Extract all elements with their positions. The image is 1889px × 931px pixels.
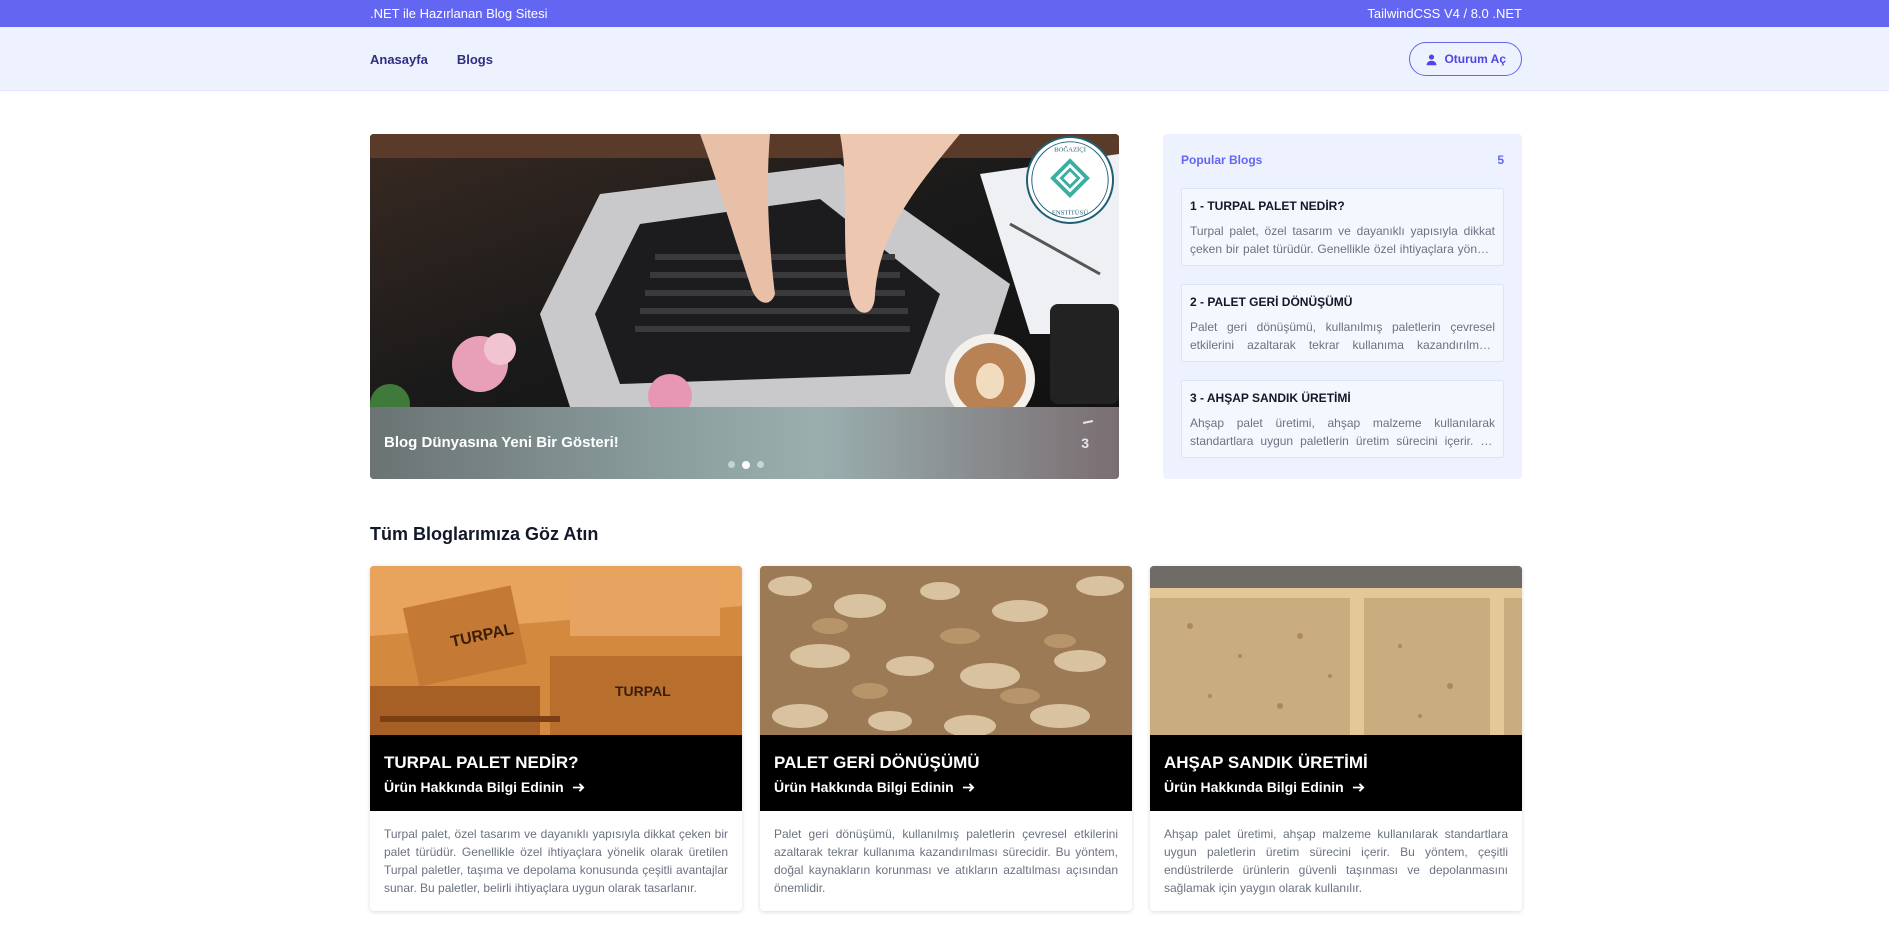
login-button[interactable]: Oturum Aç [1409, 42, 1522, 76]
nav-link-blogs[interactable]: Blogs [457, 52, 493, 67]
user-icon [1427, 53, 1437, 65]
login-label: Oturum Aç [1444, 52, 1506, 66]
popular-blog-title: 3 - AHŞAP SANDIK ÜRETİMİ [1190, 391, 1351, 405]
card-link-label: Ürün Hakkında Bilgi Edinin [1164, 779, 1344, 795]
blog-card[interactable]: AHŞAP SANDIK ÜRETİMİ Ürün Hakkında Bilgi… [1150, 566, 1522, 911]
popular-blog-item[interactable]: 3 - AHŞAP SANDIK ÜRETİMİ Ahşap palet üre… [1181, 380, 1504, 458]
popular-blog-title: 1 - TURPAL PALET NEDİR? [1190, 199, 1345, 213]
svg-text:TURPAL: TURPAL [615, 683, 671, 699]
arrow-right-icon [572, 782, 585, 792]
card-image-wooden-crate [1150, 566, 1522, 735]
tech-stack-label: TailwindCSS V4 / 8.0 .NET [1367, 6, 1522, 21]
site-tagline: .NET ile Hazırlanan Blog Sitesi [370, 6, 548, 21]
popular-blogs-count: 5 [1497, 153, 1504, 167]
blog-card[interactable]: TURPAL TURPAL TURPAL PALET NEDİR? Ürün H… [370, 566, 742, 911]
navbar: Anasayfa Blogs Oturum Aç [0, 27, 1889, 91]
institute-logo: BOĞAZİÇİ ENSTİTÜSÜ [1026, 136, 1114, 224]
slider-dot-1[interactable] [728, 461, 735, 468]
popular-blog-desc: Turpal palet, özel tasarım ve dayanıklı … [1190, 224, 1495, 256]
card-link[interactable]: Ürün Hakkında Bilgi Edinin [774, 779, 975, 795]
card-title-band: AHŞAP SANDIK ÜRETİMİ Ürün Hakkında Bilgi… [1150, 735, 1522, 811]
card-link-label: Ürün Hakkında Bilgi Edinin [774, 779, 954, 795]
slide-image-laptop [370, 134, 1119, 407]
slide-caption: Blog Dünyasına Yeni Bir Gösteri! 3 [370, 407, 1119, 479]
section-title: Tüm Bloglarımıza Göz Atın [370, 524, 599, 544]
slider-dots [728, 460, 764, 469]
popular-blogs-title: Popular Blogs [1181, 153, 1263, 167]
card-title-band: PALET GERİ DÖNÜŞÜMÜ Ürün Hakkında Bilgi … [760, 735, 1132, 811]
popular-blog-desc: Ahşap palet üretimi, ahşap malzeme kulla… [1190, 416, 1495, 448]
top-bar: .NET ile Hazırlanan Blog Sitesi Tailwind… [0, 0, 1889, 27]
nav-links: Anasayfa Blogs [370, 52, 493, 67]
svg-text:ENSTİTÜSÜ: ENSTİTÜSÜ [1052, 209, 1089, 216]
card-title: AHŞAP SANDIK ÜRETİMİ [1164, 753, 1368, 772]
hero-row: BOĞAZİÇİ ENSTİTÜSÜ Blog Dünyasına Yeni B… [370, 134, 1522, 479]
card-description: Ahşap palet üretimi, ahşap malzeme kulla… [1164, 827, 1508, 895]
card-image-pallets: TURPAL TURPAL [370, 566, 742, 735]
popular-blog-desc: Palet geri dönüşümü, kullanılmış paletle… [1190, 320, 1495, 352]
card-link[interactable]: Ürün Hakkında Bilgi Edinin [384, 779, 585, 795]
card-title-band: TURPAL PALET NEDİR? Ürün Hakkında Bilgi … [370, 735, 742, 811]
popular-blog-title: 2 - PALET GERİ DÖNÜŞÜMÜ [1190, 295, 1353, 309]
blog-card[interactable]: PALET GERİ DÖNÜŞÜMÜ Ürün Hakkında Bilgi … [760, 566, 1132, 911]
card-description: Palet geri dönüşümü, kullanılmış paletle… [774, 827, 1118, 895]
slider-dot-2[interactable] [742, 460, 750, 469]
hero-slider[interactable]: BOĞAZİÇİ ENSTİTÜSÜ Blog Dünyasına Yeni B… [370, 134, 1119, 479]
slide-counter: 3 [1081, 435, 1089, 451]
arrow-right-icon [1352, 782, 1365, 792]
nav-link-home[interactable]: Anasayfa [370, 52, 428, 67]
card-link-label: Ürün Hakkında Bilgi Edinin [384, 779, 564, 795]
slide-counter-dash [1082, 419, 1094, 425]
card-title: PALET GERİ DÖNÜŞÜMÜ [774, 753, 980, 772]
card-image-wood-chips [760, 566, 1132, 735]
slide-caption-title: Blog Dünyasına Yeni Bir Gösteri! [384, 434, 619, 451]
popular-blog-item[interactable]: 2 - PALET GERİ DÖNÜŞÜMÜ Palet geri dönüş… [1181, 284, 1504, 362]
slider-dot-3[interactable] [757, 461, 764, 468]
arrow-right-icon [962, 782, 975, 792]
card-title: TURPAL PALET NEDİR? [384, 753, 579, 772]
card-description: Turpal palet, özel tasarım ve dayanıklı … [384, 827, 728, 895]
svg-text:BOĞAZİÇİ: BOĞAZİÇİ [1054, 145, 1086, 153]
popular-blogs-header: Popular Blogs 5 [1181, 153, 1504, 167]
card-link[interactable]: Ürün Hakkında Bilgi Edinin [1164, 779, 1365, 795]
popular-blogs-panel: Popular Blogs 5 1 - TURPAL PALET NEDİR? … [1163, 134, 1522, 479]
popular-blog-item[interactable]: 1 - TURPAL PALET NEDİR? Turpal palet, öz… [1181, 188, 1504, 266]
